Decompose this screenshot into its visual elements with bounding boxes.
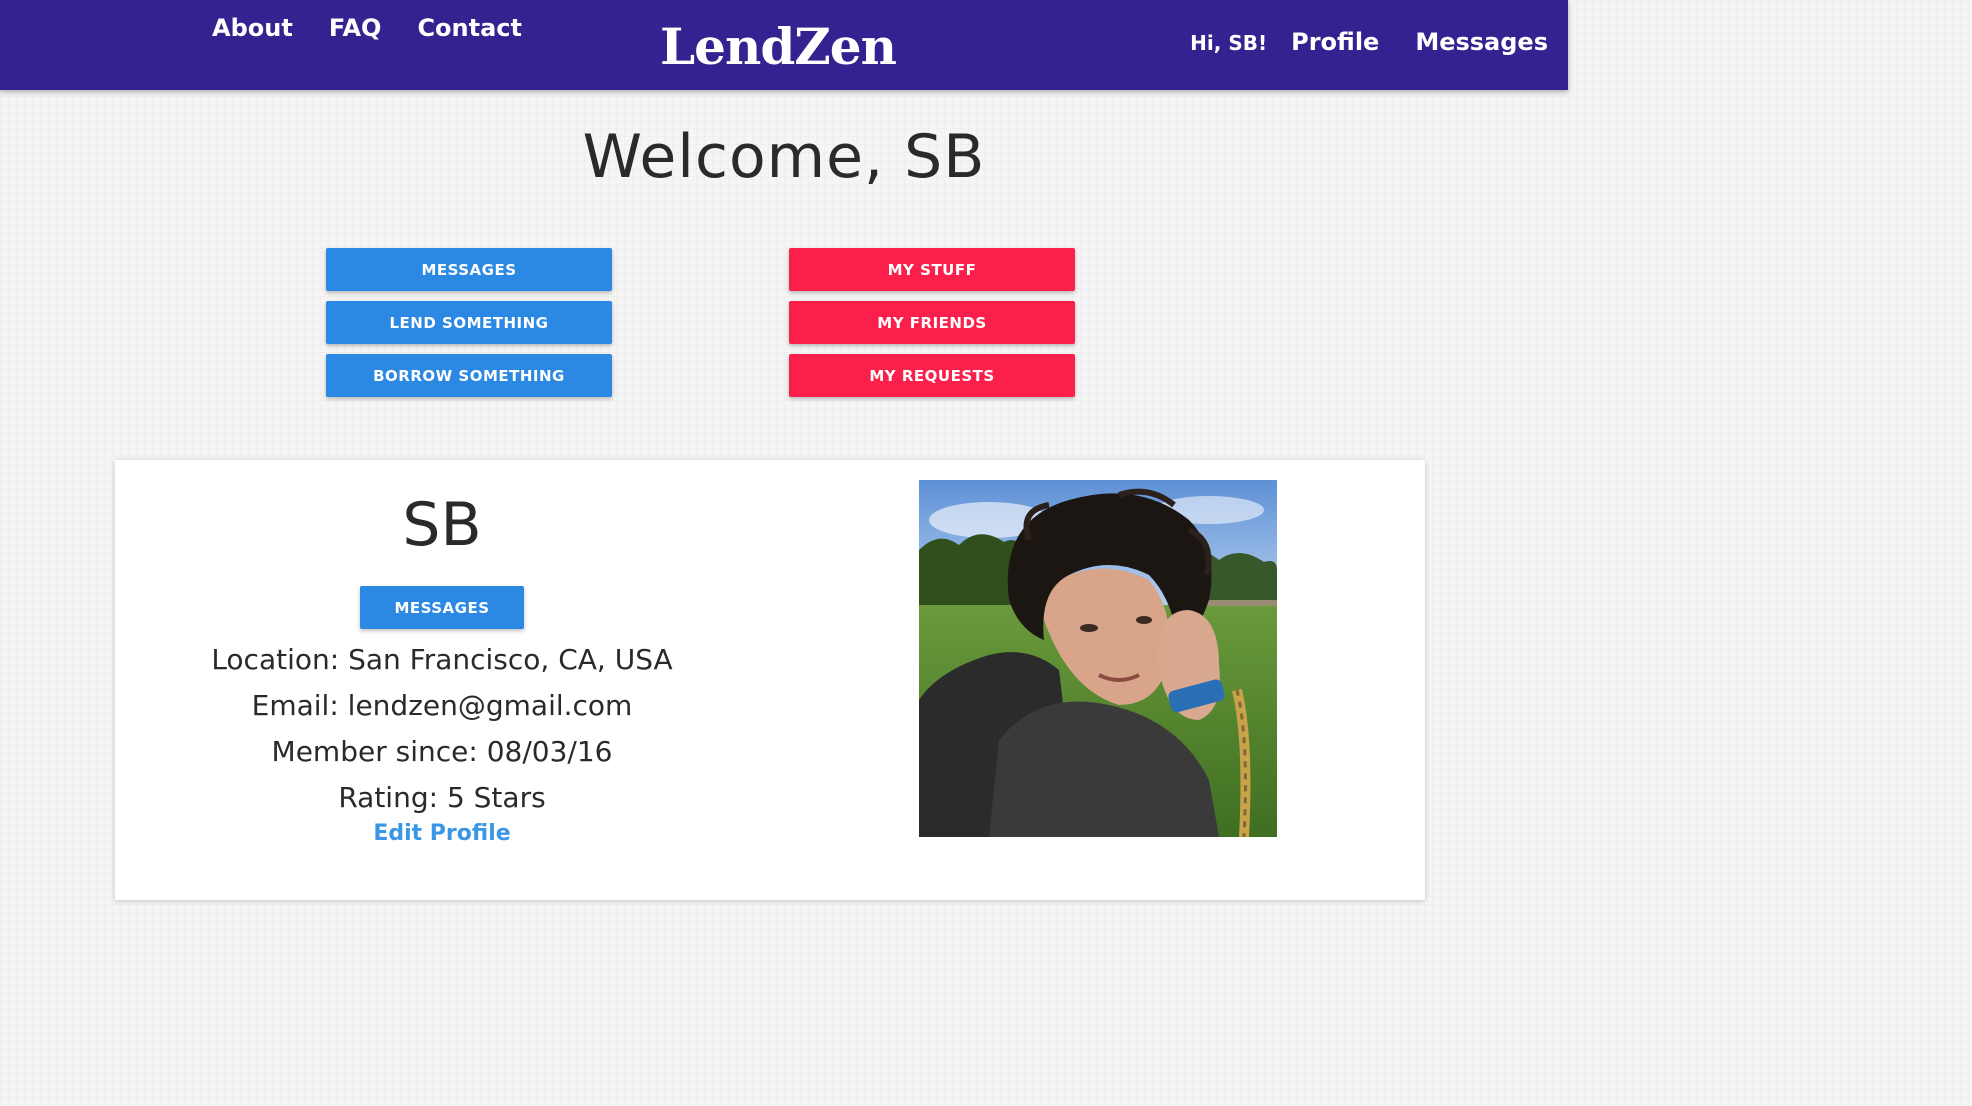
borrow-something-button[interactable]: BORROW SOMETHING [326, 354, 612, 397]
top-navbar: About FAQ Contact LendZen Hi, SB! Profil… [0, 0, 1568, 90]
primary-actions: MESSAGES LEND SOMETHING BORROW SOMETHING [326, 248, 612, 397]
secondary-actions: MY STUFF MY FRIENDS MY REQUESTS [789, 248, 1075, 397]
nav-about-link[interactable]: About [212, 14, 293, 42]
user-greeting: Hi, SB! [1190, 31, 1268, 55]
profile-member-since: Member since: 08/03/16 [271, 735, 613, 768]
brand-logo[interactable]: LendZen [660, 22, 897, 72]
nav-right-links: Hi, SB! Profile Messages [1190, 28, 1548, 56]
profile-name: SB [402, 490, 482, 560]
profile-messages-button[interactable]: MESSAGES [360, 586, 524, 629]
profile-rating: Rating: 5 Stars [338, 781, 546, 814]
lend-something-button[interactable]: LEND SOMETHING [326, 301, 612, 344]
my-friends-button[interactable]: MY FRIENDS [789, 301, 1075, 344]
profile-email: Email: lendzen@gmail.com [251, 689, 633, 722]
nav-faq-link[interactable]: FAQ [329, 14, 382, 42]
my-requests-button[interactable]: MY REQUESTS [789, 354, 1075, 397]
profile-photo [919, 480, 1277, 837]
messages-button[interactable]: MESSAGES [326, 248, 612, 291]
nav-contact-link[interactable]: Contact [417, 14, 522, 42]
my-stuff-button[interactable]: MY STUFF [789, 248, 1075, 291]
nav-messages-link[interactable]: Messages [1415, 28, 1548, 56]
profile-info: SB MESSAGES Location: San Francisco, CA,… [115, 460, 769, 846]
edit-profile-link[interactable]: Edit Profile [373, 821, 510, 846]
page-title: Welcome, SB [582, 122, 986, 192]
profile-card: SB MESSAGES Location: San Francisco, CA,… [115, 460, 1425, 900]
profile-details: Location: San Francisco, CA, USA Email: … [115, 637, 769, 821]
nav-profile-link[interactable]: Profile [1291, 28, 1379, 56]
nav-left-links: About FAQ Contact [212, 14, 522, 42]
profile-location: Location: San Francisco, CA, USA [211, 643, 673, 676]
